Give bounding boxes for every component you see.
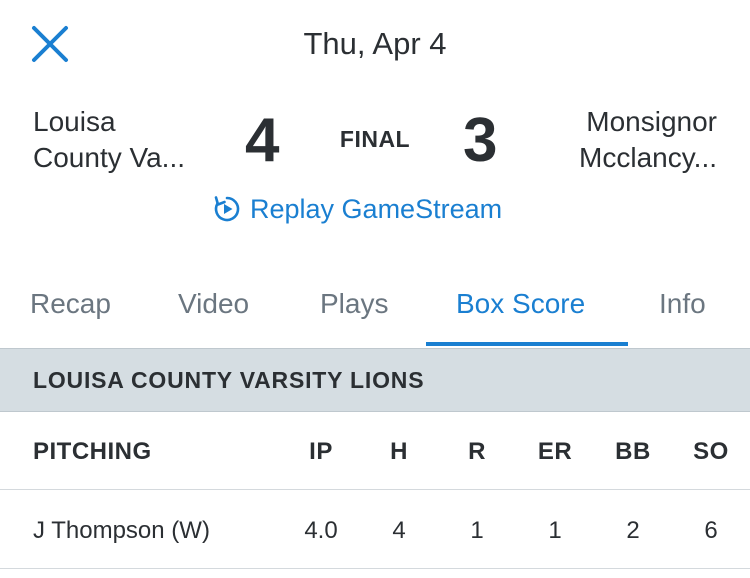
pitching-table-header: PITCHING IP H R ER BB SO bbox=[0, 412, 750, 490]
tab-recap[interactable]: Recap bbox=[30, 288, 111, 320]
column-header-h: H bbox=[390, 438, 408, 465]
stat-bb: 2 bbox=[626, 517, 640, 544]
column-header-so: SO bbox=[693, 438, 729, 465]
column-header-bb: BB bbox=[615, 438, 651, 465]
tab-box-score[interactable]: Box Score bbox=[456, 288, 585, 320]
replay-icon bbox=[214, 196, 240, 222]
active-tab-indicator bbox=[426, 342, 628, 346]
team-section-title: LOUISA COUNTY VARSITY LIONS bbox=[33, 367, 425, 393]
away-team-score: 3 bbox=[463, 106, 498, 175]
table-row[interactable]: J Thompson (W) 4.0 4 1 1 2 6 bbox=[0, 491, 750, 569]
replay-gamestream-label: Replay GameStream bbox=[250, 193, 503, 224]
stat-er: 1 bbox=[548, 517, 562, 544]
column-header-er: ER bbox=[537, 438, 573, 465]
away-team-name-line1: Monsignor bbox=[586, 106, 717, 137]
player-name[interactable]: J Thompson (W) bbox=[33, 517, 273, 545]
tab-info[interactable]: Info bbox=[659, 288, 706, 320]
column-header-pitching: PITCHING bbox=[33, 438, 152, 465]
game-date-title: Thu, Apr 4 bbox=[303, 26, 447, 61]
tab-plays[interactable]: Plays bbox=[320, 288, 388, 320]
stat-h: 4 bbox=[392, 517, 406, 544]
away-team-name-line2: Mcclancy... bbox=[579, 142, 717, 173]
team-section-header: LOUISA COUNTY VARSITY LIONS bbox=[0, 348, 750, 412]
tab-bar: Recap Video Plays Box Score Info bbox=[0, 268, 750, 348]
top-bar: Thu, Apr 4 bbox=[0, 0, 750, 90]
stat-r: 1 bbox=[470, 517, 484, 544]
column-header-ip: IP bbox=[309, 438, 333, 465]
away-team-name[interactable]: Monsignor Mcclancy... bbox=[517, 104, 717, 176]
tab-video[interactable]: Video bbox=[178, 288, 249, 320]
replay-gamestream-button[interactable]: Replay GameStream bbox=[212, 192, 502, 226]
column-header-r: R bbox=[468, 438, 486, 465]
stat-so: 6 bbox=[704, 517, 718, 544]
stat-ip: 4.0 bbox=[304, 517, 338, 544]
